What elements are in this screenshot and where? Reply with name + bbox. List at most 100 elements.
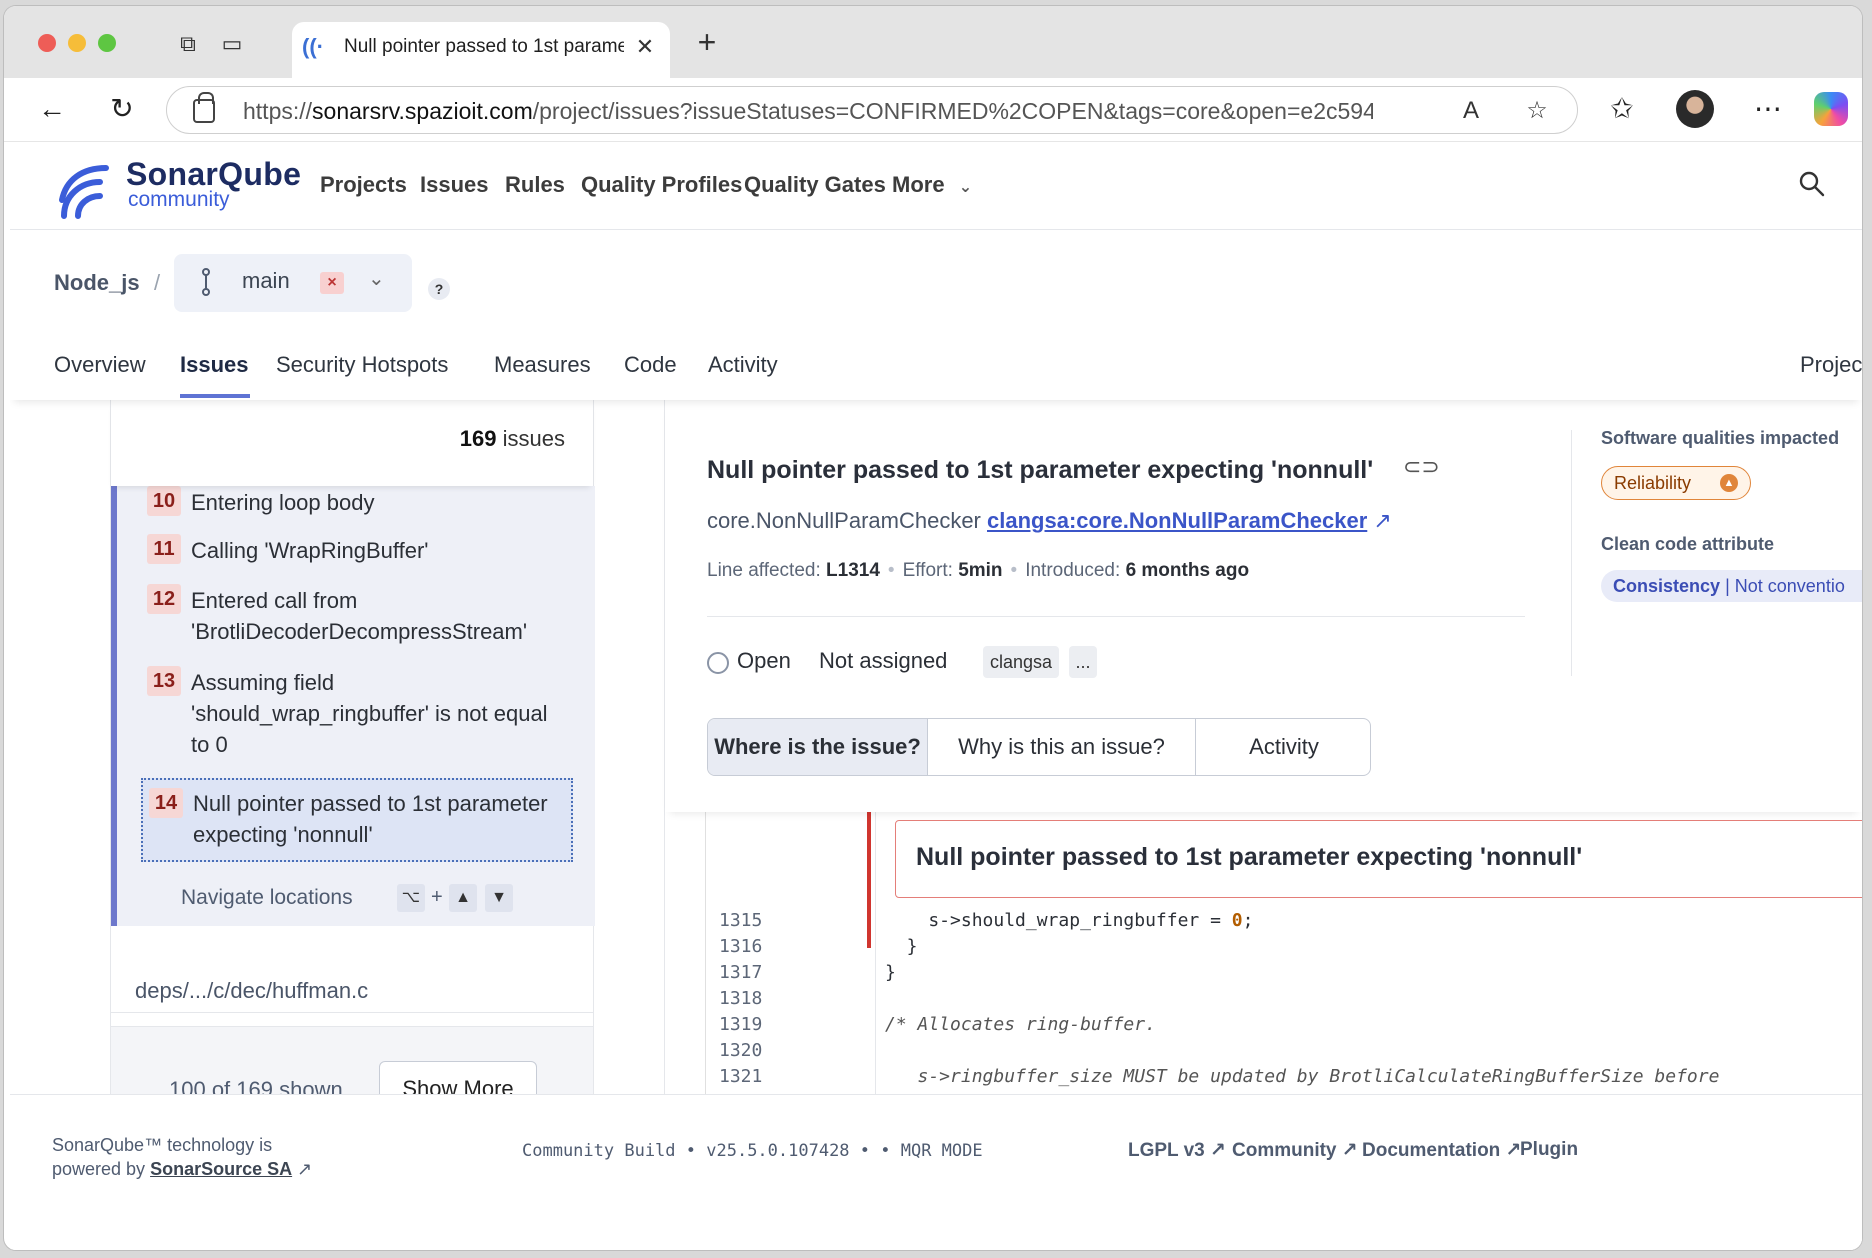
- issue-status-row: Open Not assigned clangsa ...: [707, 646, 1407, 680]
- code-line: }: [885, 962, 896, 983]
- footer-documentation-link[interactable]: Documentation ↗: [1362, 1139, 1521, 1165]
- chevron-down-icon[interactable]: ⌄: [368, 266, 390, 296]
- nav-rules[interactable]: Rules: [505, 172, 565, 202]
- sonarqube-logo-icon[interactable]: [56, 158, 120, 220]
- tab-code[interactable]: Code: [624, 352, 677, 382]
- issue-tag[interactable]: clangsa: [983, 646, 1059, 678]
- issue-header: Null pointer passed to 1st parameter exp…: [665, 400, 1862, 812]
- window-close-button[interactable]: [38, 34, 56, 52]
- workspaces-icon[interactable]: ⧉: [174, 30, 202, 58]
- url-text[interactable]: https://sonarsrv.spazioit.com/project/is…: [243, 98, 1373, 124]
- line-number[interactable]: 1318: [719, 988, 779, 1016]
- logo-edition: community: [128, 188, 230, 211]
- tab-overview[interactable]: Overview: [54, 352, 146, 382]
- issue-tabs: Where is the issue? Why is this an issue…: [707, 718, 1371, 776]
- code-line: /* Allocates ring-buffer.: [885, 1014, 1156, 1035]
- tab-where-is-the-issue[interactable]: Where is the issue?: [708, 719, 928, 775]
- footer-lgpl-link[interactable]: LGPL v3 ↗: [1128, 1139, 1226, 1165]
- location-item[interactable]: 11 Calling 'WrapRingBuffer': [147, 534, 567, 566]
- window-minimize-button[interactable]: [68, 34, 86, 52]
- permalink-icon[interactable]: ⊂⊃: [1403, 454, 1440, 479]
- location-text: Entering loop body: [191, 490, 375, 515]
- tab-measures[interactable]: Measures: [494, 352, 591, 382]
- profile-avatar[interactable]: [1676, 90, 1714, 128]
- nav-more[interactable]: More ⌄: [892, 172, 972, 202]
- line-number[interactable]: 1315: [719, 910, 779, 938]
- tab-project-settings[interactable]: Projec: [1800, 352, 1862, 382]
- logo-name[interactable]: SonarQube: [126, 156, 326, 192]
- project-header: Node_js / main × ⌄ ? Overview Issues Sec…: [10, 230, 1862, 400]
- line-number[interactable]: 1319: [719, 1014, 779, 1042]
- option-key-icon: ⌥: [397, 884, 425, 912]
- arrow-down-key-icon[interactable]: ▼: [485, 884, 513, 912]
- active-tab[interactable]: ((· Null pointer passed to 1st parameter…: [292, 22, 670, 78]
- file-path-header[interactable]: deps/.../c/dec/huffman.c: [135, 978, 555, 1008]
- search-icon[interactable]: [1796, 168, 1828, 200]
- sonarqube-app: SonarQube community Projects Issues Rule…: [10, 142, 1862, 1250]
- line-affected: L1314: [826, 560, 880, 581]
- external-link-icon[interactable]: ↗: [1373, 508, 1391, 533]
- introduced-value: 6 months ago: [1125, 560, 1250, 581]
- external-link-icon[interactable]: ↗: [297, 1159, 312, 1179]
- window-zoom-button[interactable]: [98, 34, 116, 52]
- tab-activity[interactable]: Activity: [708, 352, 778, 382]
- clean-code-badge[interactable]: Consistency | Not conventio: [1601, 570, 1862, 602]
- code-viewer: Null pointer passed to 1st parameter exp…: [705, 812, 1862, 1122]
- tab-issue-activity[interactable]: Activity: [1196, 719, 1370, 775]
- new-tab-button[interactable]: +: [690, 26, 724, 60]
- branch-selector[interactable]: main × ⌄: [174, 254, 412, 312]
- page-footer: SonarQube™ technology is powered by Sona…: [10, 1094, 1862, 1250]
- vertical-tabs-icon[interactable]: ▭: [218, 30, 246, 58]
- sonarsource-link[interactable]: SonarSource SA: [150, 1159, 292, 1179]
- footer-technology: SonarQube™ technology is powered by Sona…: [52, 1135, 313, 1179]
- rule-link[interactable]: clangsa:core.NonNullParamChecker: [987, 508, 1367, 533]
- lock-icon[interactable]: [193, 92, 215, 123]
- read-aloud-icon[interactable]: A: [1455, 95, 1487, 127]
- line-number[interactable]: 1321: [719, 1066, 779, 1094]
- footer-community-link[interactable]: Community ↗: [1232, 1139, 1358, 1165]
- line-number[interactable]: 1316: [719, 936, 779, 964]
- issue-assignee[interactable]: Not assigned: [819, 648, 969, 678]
- status-radio-icon[interactable]: [707, 652, 729, 674]
- nav-quality-profiles[interactable]: Quality Profiles: [581, 172, 742, 202]
- issues-count: 169 issues: [459, 426, 565, 451]
- copilot-icon[interactable]: [1814, 92, 1848, 126]
- tab-issues[interactable]: Issues: [180, 352, 249, 382]
- address-bar[interactable]: https://sonarsrv.spazioit.com/project/is…: [166, 86, 1578, 134]
- arrow-up-key-icon[interactable]: ▲: [449, 884, 477, 912]
- location-item[interactable]: 13 Assuming field 'should_wrap_ringbuffe…: [147, 666, 567, 762]
- nav-quality-gates[interactable]: Quality Gates: [744, 172, 886, 202]
- location-text: Assuming field 'should_wrap_ringbuffer' …: [191, 670, 548, 757]
- issue-status[interactable]: Open: [737, 648, 807, 678]
- branch-clear-icon[interactable]: ×: [320, 272, 344, 294]
- breadcrumb-project[interactable]: Node_js: [54, 270, 144, 300]
- reload-icon[interactable]: ↻: [104, 92, 140, 128]
- close-icon[interactable]: ✕: [632, 34, 658, 62]
- favorites-icon[interactable]: ✩: [1604, 92, 1640, 128]
- tab-security-hotspots[interactable]: Security Hotspots: [276, 352, 448, 382]
- chevron-down-icon: ⌄: [958, 179, 973, 196]
- reliability-badge[interactable]: Reliability ▲: [1601, 466, 1751, 500]
- location-item[interactable]: 10 Entering loop body: [147, 486, 567, 518]
- code-border: [705, 812, 706, 1122]
- more-menu-icon[interactable]: ⋯: [1750, 92, 1786, 128]
- back-arrow-icon[interactable]: ←: [34, 92, 70, 128]
- line-number[interactable]: 1320: [719, 1040, 779, 1068]
- footer-plugin-link[interactable]: Plugin: [1520, 1139, 1578, 1165]
- issue-title: Null pointer passed to 1st parameter exp…: [707, 456, 1374, 484]
- nav-issues[interactable]: Issues: [420, 172, 489, 202]
- location-item[interactable]: 12 Entered call from 'BrotliDecoderDecom…: [147, 584, 567, 648]
- line-number[interactable]: 1317: [719, 962, 779, 990]
- issue-locations-flow: 10 Entering loop body 11 Calling 'WrapRi…: [111, 486, 595, 926]
- location-item-selected[interactable]: 14 Null pointer passed to 1st parameter …: [141, 778, 573, 862]
- tab-why-is-this-an-issue[interactable]: Why is this an issue?: [928, 719, 1196, 775]
- help-icon[interactable]: ?: [428, 278, 450, 300]
- clean-code-heading: Clean code attribute: [1601, 534, 1775, 554]
- top-navigation: SonarQube community Projects Issues Rule…: [10, 142, 1862, 230]
- nav-projects[interactable]: Projects: [320, 172, 407, 202]
- favorite-star-icon[interactable]: ☆: [1521, 95, 1553, 127]
- sonarqube-favicon-icon: ((·: [302, 34, 324, 59]
- tag-more[interactable]: ...: [1069, 646, 1097, 678]
